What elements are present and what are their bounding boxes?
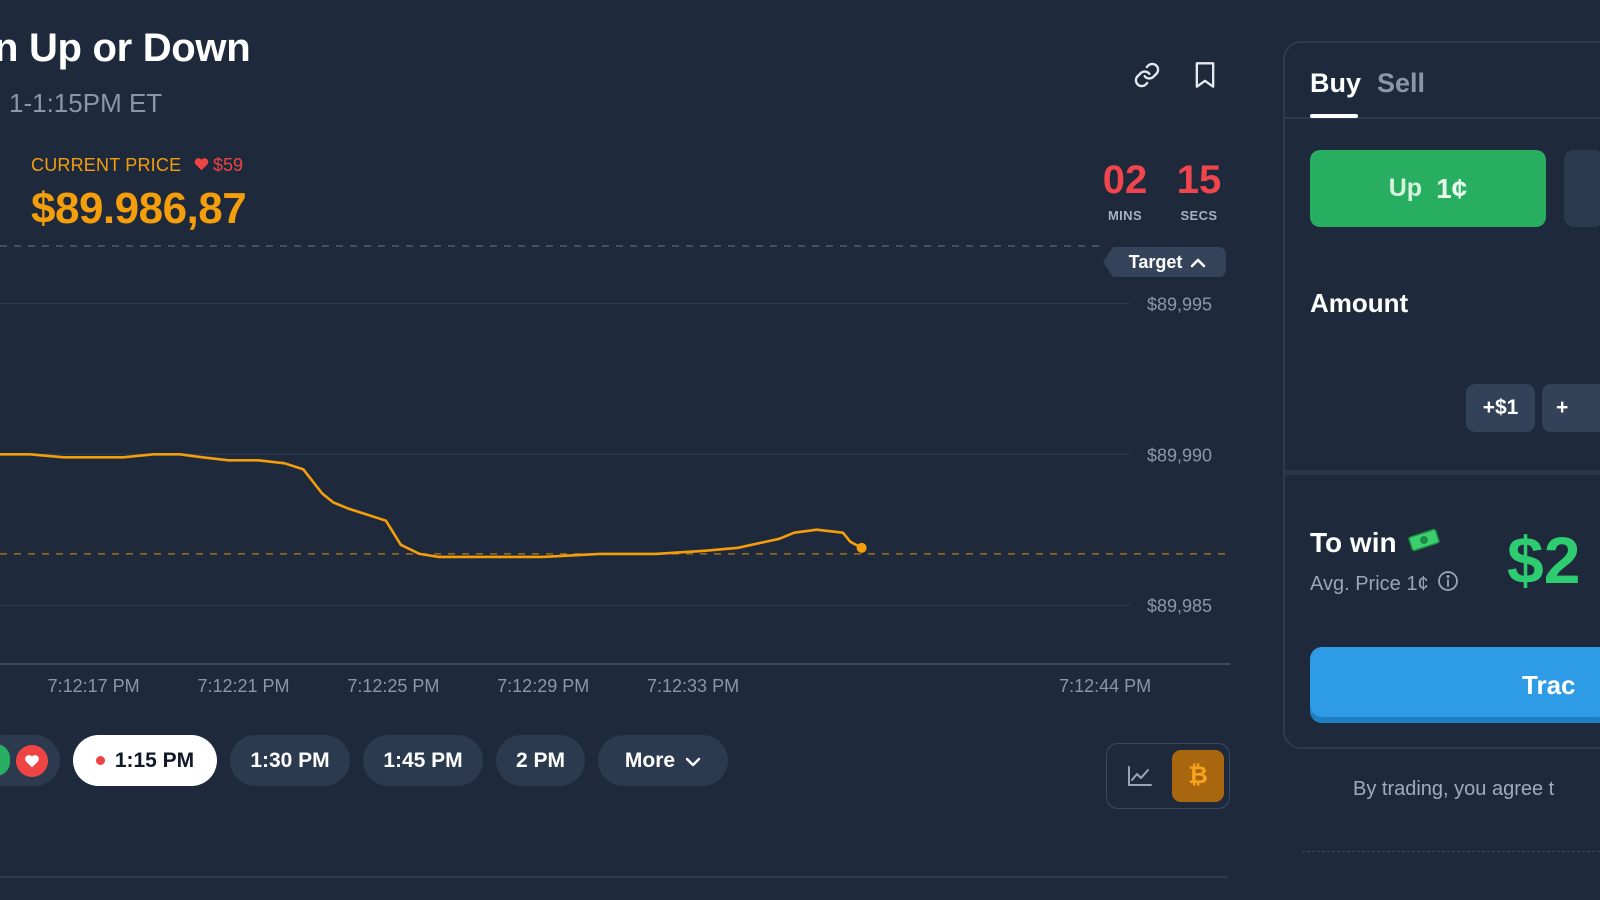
price-change-value: $59 xyxy=(213,155,244,175)
terms-text: By trading, you agree t xyxy=(1353,778,1555,800)
x-tick-label: 7:12:17 PM xyxy=(48,676,140,696)
tab-active-indicator xyxy=(1310,114,1358,118)
time-chip-active[interactable]: 1:15 PM xyxy=(73,735,217,786)
bottom-divider xyxy=(0,876,1228,878)
time-chip[interactable]: 2 PM xyxy=(496,735,585,786)
price-change: $59 xyxy=(194,155,243,176)
up-label: Up xyxy=(1388,174,1423,202)
y-tick-label: $89,985 xyxy=(1147,596,1212,616)
price-endpoint-dot xyxy=(856,542,867,553)
target-pill[interactable]: Target xyxy=(1103,247,1226,277)
payout-value: $2 xyxy=(1507,523,1581,597)
amount-label: Amount xyxy=(1310,288,1409,318)
x-tick-label: 7:12:21 PM xyxy=(197,676,289,696)
x-tick-label: 7:12:29 PM xyxy=(497,676,589,696)
direction-toggle[interactable] xyxy=(0,735,60,786)
trade-button-label: Trac xyxy=(1522,669,1576,700)
chevron-up-icon xyxy=(1190,252,1206,273)
up-price: 1¢ xyxy=(1436,172,1468,204)
time-chip-label: 1:15 PM xyxy=(114,748,195,772)
quick-add-button[interactable]: + xyxy=(1542,384,1600,432)
panel-separator xyxy=(1285,470,1600,475)
dashed-divider xyxy=(1302,851,1600,852)
to-win-row: To win xyxy=(1310,527,1441,559)
quick-add-1-button[interactable]: +$1 xyxy=(1466,384,1535,432)
current-price-label: CURRENT PRICE xyxy=(31,155,182,175)
to-win-label: To win xyxy=(1310,527,1397,558)
bookmark-icon[interactable] xyxy=(1187,57,1223,93)
info-icon[interactable] xyxy=(1437,570,1459,598)
link-icon[interactable] xyxy=(1129,57,1165,93)
market-title: n Up or Down xyxy=(0,26,251,70)
tab-sell[interactable]: Sell xyxy=(1377,68,1425,99)
price-series-line xyxy=(0,453,863,559)
time-chip[interactable]: 1:30 PM xyxy=(230,735,350,786)
countdown-minutes: 02 xyxy=(1102,158,1148,202)
y-tick-label: $89,990 xyxy=(1147,445,1212,465)
avg-price-row: Avg. Price 1¢ xyxy=(1310,570,1459,598)
chevron-down-icon xyxy=(685,749,701,773)
heart-down-icon xyxy=(194,155,209,176)
trade-button[interactable]: Trac xyxy=(1310,647,1600,723)
up-direction-indicator xyxy=(0,744,10,776)
time-chip[interactable]: 1:45 PM xyxy=(363,735,483,786)
x-tick-label: 7:12:44 PM xyxy=(1059,676,1151,696)
heart-down-icon xyxy=(16,744,48,777)
countdown-seconds: 15 xyxy=(1176,158,1222,202)
up-outcome-button[interactable]: Up 1¢ xyxy=(1310,150,1546,227)
x-tick-label: 7:12:33 PM xyxy=(647,676,739,696)
more-dropdown[interactable]: More xyxy=(598,735,728,786)
current-price-value: $89.986,87 xyxy=(31,184,247,233)
countdown-seconds-label: SECS xyxy=(1180,208,1218,223)
target-label: Target xyxy=(1128,251,1183,272)
more-label: More xyxy=(624,748,676,772)
bitcoin-icon[interactable]: ₿ xyxy=(1172,750,1224,802)
line-chart-icon[interactable] xyxy=(1114,750,1166,802)
x-tick-label: 7:12:25 PM xyxy=(347,676,439,696)
down-outcome-button[interactable] xyxy=(1564,150,1600,227)
countdown-minutes-label: MINS xyxy=(1107,208,1143,223)
avg-price-label: Avg. Price 1¢ xyxy=(1310,572,1429,595)
y-tick-label: $89,995 xyxy=(1147,294,1212,314)
tab-buy[interactable]: Buy xyxy=(1310,68,1361,99)
price-chart: $89,995 $89,990 $89,985 7:12:17 PM 7:12:21 P… xyxy=(0,245,1230,696)
bitcoin-symbol: ₿ xyxy=(1188,762,1208,789)
money-icon xyxy=(1407,527,1441,559)
market-subtitle: 1-1:15PM ET xyxy=(9,88,163,118)
live-dot-icon xyxy=(95,756,105,765)
